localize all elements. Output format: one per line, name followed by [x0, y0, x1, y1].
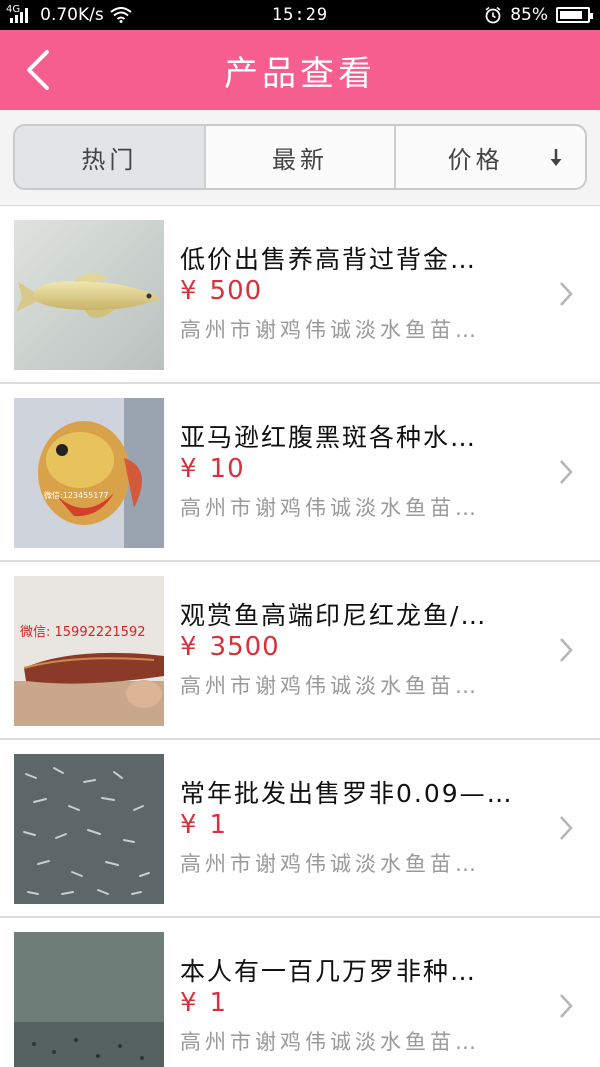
app-header: 产品查看 [0, 30, 600, 110]
seller-name: 高州市谢鸡伟诚淡水鱼苗… [180, 496, 480, 520]
network-type: 4G [6, 3, 21, 15]
arrow-down-icon [550, 149, 562, 166]
seller-name: 高州市谢鸡伟诚淡水鱼苗… [180, 1030, 480, 1054]
sort-bar: 热门 最新 价格 [0, 110, 600, 206]
price-value: 1 [209, 988, 228, 1018]
wifi-icon [110, 7, 132, 23]
product-price: ¥1 [180, 988, 227, 1018]
page-title: 产品查看 [224, 53, 376, 94]
product-item[interactable]: 低价出售养高背过背金… ¥500 高州市谢鸡伟诚淡水鱼苗… [0, 206, 600, 384]
product-name: 亚马逊红腹黑斑各种水… [180, 423, 478, 452]
battery-percent: 85% [510, 5, 548, 25]
chevron-right-icon [560, 282, 573, 306]
price-value: 1 [209, 810, 228, 840]
product-thumbnail [14, 932, 164, 1067]
currency-symbol: ¥ [180, 454, 198, 484]
product-thumbnail: 微信: 15992221592 [14, 576, 164, 726]
seller-name: 高州市谢鸡伟诚淡水鱼苗… [180, 318, 480, 342]
currency-symbol: ¥ [180, 632, 198, 662]
product-price: ¥3500 [180, 632, 280, 662]
chevron-left-icon [27, 50, 49, 90]
product-item[interactable]: 常年批发出售罗非0.09—… ¥1 高州市谢鸡伟诚淡水鱼苗… [0, 740, 600, 918]
chevron-right-icon [560, 994, 573, 1018]
product-price: ¥10 [180, 454, 245, 484]
product-list: 低价出售养高背过背金… ¥500 高州市谢鸡伟诚淡水鱼苗… 微信:1234551… [0, 206, 600, 1067]
currency-symbol: ¥ [180, 810, 198, 840]
product-name: 观赏鱼高端印尼红龙鱼/… [180, 601, 488, 630]
tab-price[interactable]: 价格 [396, 126, 585, 188]
tab-label: 热门 [81, 145, 138, 174]
battery-icon [556, 7, 593, 23]
product-name: 本人有一百几万罗非种… [180, 957, 478, 986]
price-value: 500 [209, 276, 263, 306]
chevron-right-icon [560, 638, 573, 662]
product-price: ¥500 [180, 276, 262, 306]
product-price: ¥1 [180, 810, 227, 840]
product-name: 低价出售养高背过背金… [180, 245, 478, 274]
back-button[interactable] [12, 44, 64, 96]
seller-name: 高州市谢鸡伟诚淡水鱼苗… [180, 674, 480, 698]
product-item[interactable]: 本人有一百几万罗非种… ¥1 高州市谢鸡伟诚淡水鱼苗… [0, 918, 600, 1067]
tab-newest[interactable]: 最新 [206, 126, 397, 188]
tab-hot[interactable]: 热门 [15, 126, 206, 188]
currency-symbol: ¥ [180, 988, 198, 1018]
thumb-watermark: 微信:123455177 [44, 490, 109, 500]
product-item[interactable]: 微信:123455177 亚马逊红腹黑斑各种水… ¥10 高州市谢鸡伟诚淡水鱼苗… [0, 384, 600, 562]
product-name: 常年批发出售罗非0.09—… [180, 779, 514, 808]
product-thumbnail [14, 754, 164, 904]
product-item[interactable]: 微信: 15992221592 观赏鱼高端印尼红龙鱼/… ¥3500 高州市谢鸡… [0, 562, 600, 740]
tab-label: 最新 [272, 145, 328, 174]
status-time: 15:29 [271, 5, 329, 25]
tab-label: 价格 [447, 145, 504, 174]
chevron-right-icon [560, 816, 573, 840]
price-value: 10 [209, 454, 245, 484]
status-bar: 4G 0.70K/s 15:29 85% [0, 0, 600, 30]
chevron-right-icon [560, 460, 573, 484]
seller-name: 高州市谢鸡伟诚淡水鱼苗… [180, 852, 480, 876]
network-speed: 0.70K/s [40, 5, 104, 25]
currency-symbol: ¥ [180, 276, 198, 306]
alarm-icon [485, 6, 501, 24]
thumb-watermark: 微信: 15992221592 [20, 625, 146, 640]
sort-tabs: 热门 最新 价格 [13, 124, 587, 190]
product-thumbnail: 微信:123455177 [14, 398, 164, 548]
price-value: 3500 [209, 632, 280, 662]
product-thumbnail [14, 220, 164, 370]
